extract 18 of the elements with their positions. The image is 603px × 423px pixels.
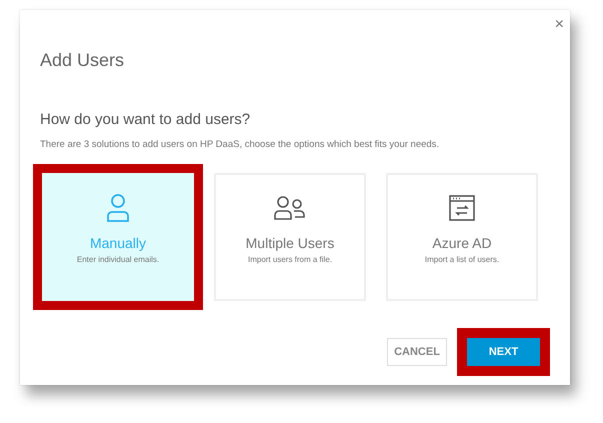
cancel-button[interactable]: CANCEL — [387, 338, 447, 366]
description-text: There are 3 solutions to add users on HP DaaS, choose the options which best fits your needs. — [40, 139, 440, 150]
window-arrows-icon — [448, 193, 476, 223]
option-title: Azure AD — [432, 235, 492, 251]
option-card[interactable]: Multiple Users Import users from a file. — [214, 173, 366, 301]
dialog-title: Add Users — [40, 50, 126, 71]
option-card[interactable]: Manually Enter individual emails. — [42, 173, 194, 301]
option-card[interactable]: Azure AD Import a list of users. — [386, 173, 538, 301]
option-subtitle: Enter individual emails. — [76, 255, 160, 264]
option-title: Manually — [90, 235, 146, 251]
option-title: Multiple Users — [246, 235, 334, 251]
next-button[interactable]: NEXT — [467, 338, 540, 366]
option-subtitle: Import a list of users. — [424, 255, 500, 264]
close-button[interactable]: × — [554, 16, 564, 34]
people-icon — [274, 193, 306, 223]
option-subtitle: Import users from a file. — [248, 255, 332, 264]
question-text: How do you want to add users? — [40, 111, 252, 128]
person-icon — [106, 193, 130, 223]
